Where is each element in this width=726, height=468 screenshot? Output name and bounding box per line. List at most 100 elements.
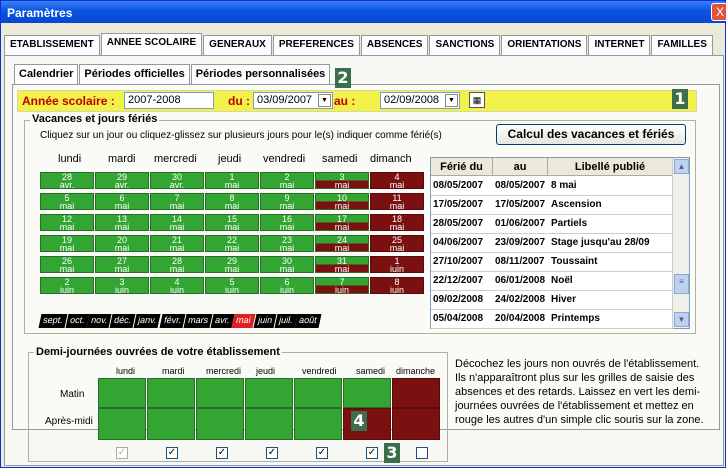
tab-etablissement[interactable]: ETABLISSEMENT: [4, 35, 100, 55]
to-date-combo[interactable]: 02/09/2008 ▼: [380, 92, 460, 109]
calendar-day-cell[interactable]: 16 mai: [260, 214, 314, 231]
month-tab[interactable]: mars: [183, 314, 213, 328]
tab-generaux[interactable]: GENERAUX: [203, 35, 272, 55]
month-tab[interactable]: févr.: [159, 314, 186, 328]
calendar-day-cell[interactable]: 23 mai: [260, 235, 314, 252]
from-date-combo[interactable]: 03/09/2007 ▼: [253, 92, 333, 109]
calendar-day-cell[interactable]: 8 juin: [370, 277, 424, 294]
month-tab[interactable]: juin: [253, 314, 277, 328]
tab-orientations[interactable]: ORIENTATIONS: [501, 35, 588, 55]
calendar-day-cell[interactable]: 3 mai: [315, 172, 369, 189]
month-tab[interactable]: août: [294, 314, 322, 328]
calendar-day-cell[interactable]: 31 mai: [315, 256, 369, 273]
calendar-day-cell[interactable]: 26 mai: [40, 256, 94, 273]
month-tab[interactable]: sept.: [38, 314, 68, 328]
calendar-day-cell[interactable]: 5 juin: [205, 277, 259, 294]
calendar-day-cell[interactable]: 10 mai: [315, 193, 369, 210]
month-tab[interactable]: nov.: [86, 314, 112, 328]
calendar-day-cell[interactable]: 15 mai: [205, 214, 259, 231]
calendar-day-cell[interactable]: 18 mai: [370, 214, 424, 231]
calendar-day-cell[interactable]: 9 mai: [260, 193, 314, 210]
table-row[interactable]: 08/05/2007 08/05/2007 8 mai: [431, 177, 673, 196]
calendar-day-cell[interactable]: 6 mai: [95, 193, 149, 210]
calendar-day-cell[interactable]: 28 avr.: [40, 172, 94, 189]
table-row[interactable]: 04/06/2007 23/09/2007 Stage jusqu'au 28/09: [431, 234, 673, 253]
subtab-2[interactable]: Périodes personnalisées: [190, 64, 331, 84]
tab-annee-scolaire[interactable]: ANNEE SCOLAIRE: [100, 33, 203, 55]
calendar-day-cell[interactable]: 20 mai: [95, 235, 149, 252]
calendar-day-cell[interactable]: 30 mai: [260, 256, 314, 273]
tab-sanctions[interactable]: SANCTIONS: [429, 35, 501, 55]
day-checkbox[interactable]: ✓: [316, 447, 328, 459]
apres-midi-cell[interactable]: [392, 408, 440, 440]
matin-cell[interactable]: [294, 378, 342, 408]
calendar-day-cell[interactable]: 29 avr.: [95, 172, 149, 189]
month-tab[interactable]: oct.: [65, 314, 89, 328]
subtab-1[interactable]: Périodes officielles: [79, 64, 190, 84]
calendar-day-cell[interactable]: 7 juin: [315, 277, 369, 294]
table-row[interactable]: 17/05/2007 17/05/2007 Ascension: [431, 196, 673, 215]
day-checkbox[interactable]: ✓: [116, 447, 128, 459]
month-tab[interactable]: déc.: [109, 314, 136, 328]
calendar-day-cell[interactable]: 4 juin: [150, 277, 204, 294]
year-field[interactable]: 2007-2008: [124, 92, 214, 109]
calendar-day-cell[interactable]: 14 mai: [150, 214, 204, 231]
month-tab[interactable]: avr.: [210, 314, 234, 328]
calc-holidays-button[interactable]: Calcul des vacances et fériés: [496, 124, 686, 145]
tab-internet[interactable]: INTERNET: [588, 35, 651, 55]
calendar-day-cell[interactable]: 3 juin: [95, 277, 149, 294]
calendar-day-cell[interactable]: 1 mai: [205, 172, 259, 189]
calendar-day-cell[interactable]: 25 mai: [370, 235, 424, 252]
calendar-day-cell[interactable]: 19 mai: [40, 235, 94, 252]
tab-absences[interactable]: ABSENCES: [360, 35, 429, 55]
month-tab[interactable]: juil.: [274, 314, 297, 328]
calendar-day-cell[interactable]: 5 mai: [40, 193, 94, 210]
calendar-icon[interactable]: ▦: [469, 92, 485, 108]
scroll-down-icon[interactable]: ▼: [674, 312, 689, 327]
day-checkbox[interactable]: ✓: [266, 447, 278, 459]
day-checkbox[interactable]: ✓: [216, 447, 228, 459]
calendar-day-cell[interactable]: 4 mai: [370, 172, 424, 189]
table-row[interactable]: 27/10/2007 08/11/2007 Toussaint: [431, 253, 673, 272]
calendar-day-cell[interactable]: 2 mai: [260, 172, 314, 189]
day-checkbox[interactable]: ✓: [166, 447, 178, 459]
table-row[interactable]: 22/12/2007 06/01/2008 Noël: [431, 272, 673, 291]
matin-cell[interactable]: [245, 378, 293, 408]
apres-midi-cell[interactable]: [196, 408, 244, 440]
calendar-day-cell[interactable]: 1 juin: [370, 256, 424, 273]
calendar-day-cell[interactable]: 8 mai: [205, 193, 259, 210]
scroll-up-icon[interactable]: ▲: [674, 159, 689, 174]
table-row[interactable]: 05/04/2008 20/04/2008 Printemps: [431, 310, 673, 329]
matin-cell[interactable]: [343, 378, 391, 408]
calendar-day-cell[interactable]: 30 avr.: [150, 172, 204, 189]
table-row[interactable]: 09/02/2008 24/02/2008 Hiver: [431, 291, 673, 310]
close-button[interactable]: X: [711, 3, 726, 21]
apres-midi-cell[interactable]: [147, 408, 195, 440]
tab-familles[interactable]: FAMILLES: [651, 35, 713, 55]
calendar-day-cell[interactable]: 11 mai: [370, 193, 424, 210]
matin-cell[interactable]: [98, 378, 146, 408]
table-row[interactable]: 28/05/2007 01/06/2007 Partiels: [431, 215, 673, 234]
day-checkbox[interactable]: [416, 447, 428, 459]
matin-cell[interactable]: [392, 378, 440, 408]
col-header-ferie-du[interactable]: Férié du: [431, 158, 493, 176]
matin-cell[interactable]: [196, 378, 244, 408]
apres-midi-cell[interactable]: [98, 408, 146, 440]
tab-preferences[interactable]: PREFERENCES: [272, 35, 360, 55]
apres-midi-cell[interactable]: [294, 408, 342, 440]
calendar-day-cell[interactable]: 28 mai: [150, 256, 204, 273]
matin-cell[interactable]: [147, 378, 195, 408]
month-tab[interactable]: janv.: [133, 314, 162, 328]
calendar-day-cell[interactable]: 12 mai: [40, 214, 94, 231]
calendar-day-cell[interactable]: 7 mai: [150, 193, 204, 210]
calendar-day-cell[interactable]: 6 juin: [260, 277, 314, 294]
calendar-day-cell[interactable]: 21 mai: [150, 235, 204, 252]
calendar-day-cell[interactable]: 13 mai: [95, 214, 149, 231]
col-header-au[interactable]: au: [493, 158, 548, 176]
calendar-day-cell[interactable]: 22 mai: [205, 235, 259, 252]
calendar-day-cell[interactable]: 29 mai: [205, 256, 259, 273]
apres-midi-cell[interactable]: [245, 408, 293, 440]
calendar-day-cell[interactable]: 17 mai: [315, 214, 369, 231]
day-checkbox[interactable]: ✓: [366, 447, 378, 459]
col-header-libelle[interactable]: Libellé publié: [548, 158, 673, 176]
